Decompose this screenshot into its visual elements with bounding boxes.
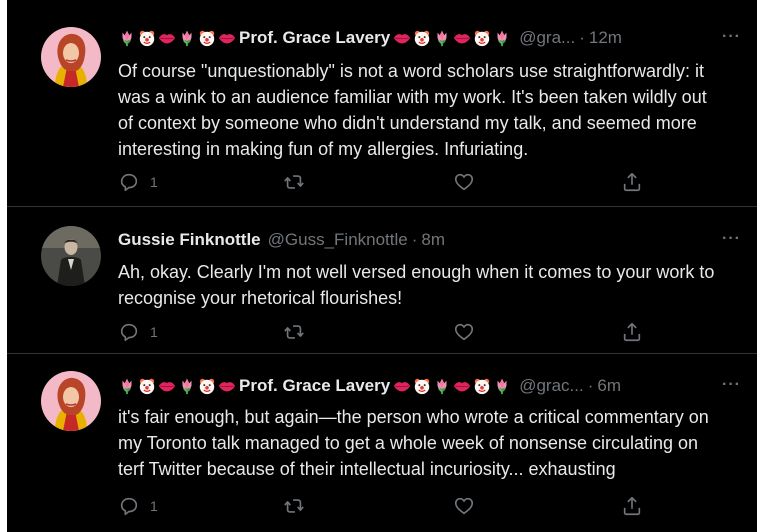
tweet[interactable]: Prof. Grace Lavery @grac... · 6m ··· it'… — [7, 354, 757, 532]
like-icon — [453, 495, 475, 517]
name-emojis-before — [118, 377, 236, 395]
tulip-icon — [118, 29, 136, 47]
share-button[interactable] — [621, 321, 643, 343]
lips-icon — [453, 29, 471, 47]
tulip-icon — [178, 377, 196, 395]
retweet-icon — [283, 495, 305, 517]
timestamp[interactable]: 8m — [421, 230, 445, 250]
separator-dot: · — [587, 376, 594, 395]
tweet-header: Prof. Grace Lavery @gra... · 12m ··· — [118, 26, 749, 50]
share-button[interactable] — [621, 495, 643, 517]
timestamp[interactable]: 6m — [597, 376, 621, 396]
tweet-actions: 1 — [118, 321, 678, 347]
tweet-header: Gussie Finknottle @Guss_Finknottle · 8m … — [118, 228, 749, 252]
avatar[interactable] — [41, 226, 101, 286]
lips-icon — [158, 377, 176, 395]
tweet-text: it's fair enough, but again—the person w… — [118, 407, 709, 479]
more-options-icon[interactable]: ··· — [722, 376, 741, 394]
lips-icon — [218, 377, 236, 395]
lips-icon — [218, 29, 236, 47]
tulip-icon — [493, 377, 511, 395]
tweet-thread: Prof. Grace Lavery @gra... · 12m ··· Of … — [7, 0, 757, 532]
tulip-icon — [433, 377, 451, 395]
user-handle[interactable]: @gra... — [519, 28, 575, 48]
like-button[interactable] — [453, 495, 475, 517]
reply-count: 1 — [150, 498, 158, 514]
retweet-button[interactable] — [283, 321, 305, 343]
reply-icon — [118, 495, 140, 517]
retweet-button[interactable] — [283, 495, 305, 517]
name-emojis-before — [118, 29, 236, 47]
clown-icon — [413, 29, 431, 47]
tulip-icon — [118, 377, 136, 395]
retweet-icon — [283, 321, 305, 343]
display-name[interactable]: Prof. Grace Lavery — [239, 28, 390, 48]
clown-icon — [473, 29, 491, 47]
reply-button[interactable]: 1 — [118, 321, 158, 343]
display-name[interactable]: Gussie Finknottle — [118, 230, 261, 250]
avatar[interactable] — [41, 371, 101, 431]
share-icon — [621, 321, 643, 343]
clown-icon — [198, 29, 216, 47]
like-button[interactable] — [453, 171, 475, 193]
tweet-actions: 1 — [118, 495, 678, 521]
display-name[interactable]: Prof. Grace Lavery — [239, 376, 390, 396]
retweet-button[interactable] — [283, 171, 305, 193]
separator-dot: · — [411, 230, 418, 249]
tweet-text: Ah, okay. Clearly I'm not well versed en… — [118, 262, 715, 308]
user-handle[interactable]: @Guss_Finknottle — [268, 230, 408, 250]
reply-button[interactable]: 1 — [118, 495, 158, 517]
share-button[interactable] — [621, 171, 643, 193]
tweet-header: Prof. Grace Lavery @grac... · 6m ··· — [118, 374, 749, 398]
clown-icon — [473, 377, 491, 395]
tulip-icon — [178, 29, 196, 47]
tweet-text: Of course "unquestionably" is not a word… — [118, 61, 707, 159]
lips-icon — [393, 29, 411, 47]
more-options-icon[interactable]: ··· — [722, 230, 741, 248]
user-handle[interactable]: @grac... — [519, 376, 584, 396]
avatar[interactable] — [41, 27, 101, 87]
timestamp[interactable]: 12m — [589, 28, 622, 48]
more-options-icon[interactable]: ··· — [722, 28, 741, 46]
reply-count: 1 — [150, 324, 158, 340]
name-emojis-after — [393, 377, 511, 395]
tweet-actions: 1 — [118, 171, 678, 197]
like-icon — [453, 321, 475, 343]
lips-icon — [393, 377, 411, 395]
clown-icon — [138, 29, 156, 47]
tulip-icon — [493, 29, 511, 47]
separator-dot: · — [579, 28, 585, 47]
name-emojis-after — [393, 29, 511, 47]
tweet[interactable]: Gussie Finknottle @Guss_Finknottle · 8m … — [7, 207, 757, 354]
reply-icon — [118, 171, 140, 193]
share-icon — [621, 495, 643, 517]
clown-icon — [413, 377, 431, 395]
clown-icon — [138, 377, 156, 395]
clown-icon — [198, 377, 216, 395]
reply-button[interactable]: 1 — [118, 171, 158, 193]
share-icon — [621, 171, 643, 193]
like-icon — [453, 171, 475, 193]
reply-count: 1 — [150, 174, 158, 190]
reply-icon — [118, 321, 140, 343]
retweet-icon — [283, 171, 305, 193]
lips-icon — [453, 377, 471, 395]
tulip-icon — [433, 29, 451, 47]
lips-icon — [158, 29, 176, 47]
like-button[interactable] — [453, 321, 475, 343]
tweet[interactable]: Prof. Grace Lavery @gra... · 12m ··· Of … — [7, 0, 757, 207]
